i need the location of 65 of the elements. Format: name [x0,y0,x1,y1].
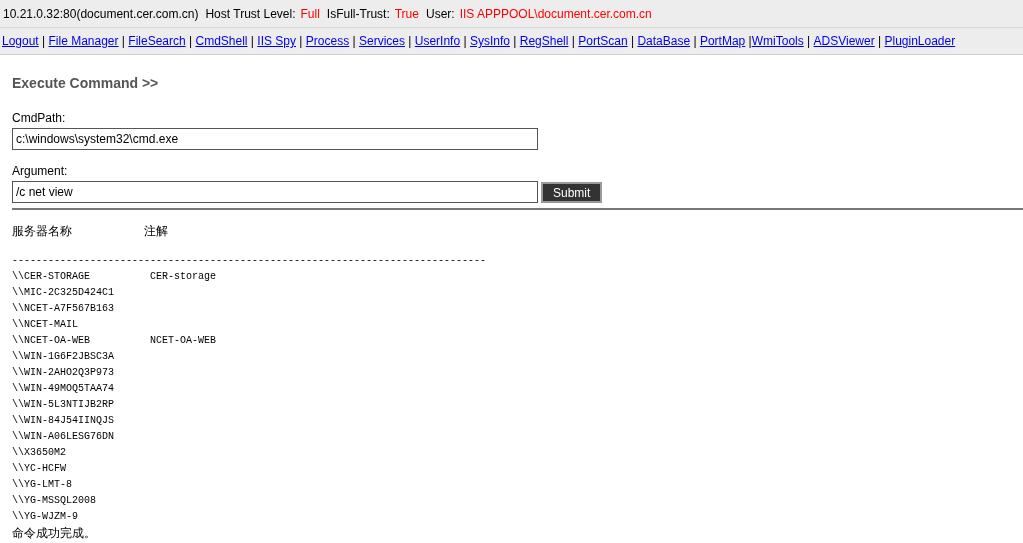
nav-link[interactable]: Services [358,32,405,50]
submit-button[interactable]: Submit [541,181,603,203]
info-value: IIS APPPOOL\document.cer.com.cn [459,5,652,23]
info-label: User: [425,5,455,23]
server-name: \\YG-LMT-8 [12,478,73,492]
server-name: \\CER-STORAGE [12,270,91,284]
server-remark: NCET-OA-WEB [150,334,216,348]
nav-separator: | [512,33,518,50]
nav-separator: | [462,33,468,50]
status-message: 命令成功完成。 [12,525,97,541]
nav-separator: | [747,33,752,50]
nav-separator: | [570,33,576,50]
server-name: \\WIN-49MOQ5TAA74 [12,382,116,396]
nav-separator: | [806,33,812,50]
server-name: \\YG-WJZM-9 [12,510,79,524]
nav-separator: | [877,33,883,50]
cmdpath-input-field[interactable]: c:\windows\system32\cmd.exe [12,128,538,150]
nav-separator: | [188,33,194,50]
server-name: \\WIN-1G6F2JBSC3A [12,350,116,364]
nav-link[interactable]: RegShell [519,32,569,50]
server-name: \\WIN-2AHO2Q3P973 [12,366,116,380]
divider-text: ------------------------------------------------------------------------------- [12,254,488,268]
nav-link[interactable]: Process [305,32,350,50]
nav-link[interactable]: UserInfo [414,32,461,50]
server-name: \\WIN-A06LESG76DN [12,430,116,444]
nav-link[interactable]: PortMap [699,32,746,50]
field-label: Argument: [12,163,69,180]
server-name: \\WIN-84J54IINQJS [12,414,116,428]
nav-separator: | [692,33,698,50]
section-heading: Execute Command >> [12,74,160,93]
nav-link[interactable]: IIS Spy [257,32,296,50]
info-label: IsFull-Trust: [326,5,390,23]
info-value: True [394,5,419,23]
nav-link[interactable]: DataBase [637,32,691,50]
nav-link[interactable]: FileSearch [128,32,186,50]
server-name: \\YG-MSSQL2008 [12,494,97,508]
info-value: Full [300,5,320,23]
server-remark: CER-storage [150,270,216,284]
nav-separator: | [351,33,357,50]
column-header: 注解 [144,223,168,240]
server-name: \\NCET-OA-WEB [12,334,91,348]
server-name: \\X3650M2 [12,446,67,460]
field-label: CmdPath: [12,110,67,127]
nav-separator: | [249,33,255,50]
nav-link[interactable]: Logout [2,32,39,50]
info-label: Host Trust Level: [205,5,296,23]
info-label: 10.21.0.32:80(document.cer.com.cn) [3,5,199,23]
nav-separator: | [407,33,413,50]
nav-link[interactable]: PortScan [578,32,628,50]
argument-input-field[interactable]: /c net view [12,181,538,203]
server-name: \\MIC-2C325D424C1 [12,286,116,300]
nav-separator: | [298,33,304,50]
nav-link[interactable]: SysInfo [469,32,510,50]
server-name: \\NCET-A7F567B163 [12,302,116,316]
server-name: \\NCET-MAIL [12,318,79,332]
nav-separator: | [629,33,636,50]
server-name: \\WIN-5L3NTIJB2RP [12,398,116,412]
column-header: 服务器名称 [12,223,73,240]
nav-link[interactable]: ADSViewer [813,32,875,50]
nav-link[interactable]: CmdShell [195,32,248,50]
server-name: \\YC-HCFW [12,462,67,476]
nav-separator: | [41,33,47,50]
nav-link[interactable]: File Manager [48,32,119,50]
nav-link[interactable]: PluginLoader [884,32,956,50]
nav-separator: | [120,33,126,50]
